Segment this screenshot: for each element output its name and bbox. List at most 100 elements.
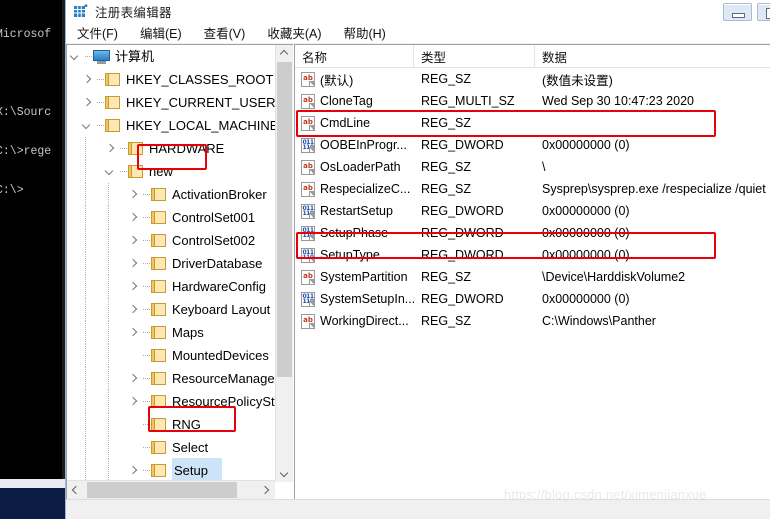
tree-indent bbox=[102, 183, 125, 206]
folder-icon bbox=[151, 257, 167, 270]
scroll-right-button[interactable] bbox=[258, 481, 275, 499]
value-name-label: SetupPhase bbox=[320, 226, 389, 240]
value-row[interactable]: 011 110 SetupType REG_DWORD 0x00000000 (0) bbox=[295, 244, 770, 266]
folder-icon bbox=[151, 395, 167, 408]
chevron-right-icon[interactable] bbox=[125, 229, 141, 252]
tree-item-maps[interactable]: Maps bbox=[67, 321, 275, 344]
chevron-right-icon[interactable] bbox=[79, 68, 95, 91]
chevron-right-icon[interactable] bbox=[79, 91, 95, 114]
menu-edit[interactable]: 编辑(E) bbox=[137, 22, 192, 44]
minimize-button[interactable] bbox=[723, 3, 752, 21]
chevron-right-icon[interactable] bbox=[125, 459, 141, 482]
value-row[interactable]: ab CloneTag REG_MULTI_SZ Wed Sep 30 10:47:2… bbox=[295, 90, 770, 112]
tree-item-keyboard-layout[interactable]: Keyboard Layout bbox=[67, 298, 275, 321]
value-type-cell: REG_SZ bbox=[421, 72, 472, 86]
value-row[interactable]: 011 110 SystemSetupIn... REG_DWORD 0x0000000… bbox=[295, 288, 770, 310]
tree-connector bbox=[141, 206, 151, 229]
taskbar-strip[interactable] bbox=[0, 488, 65, 519]
value-type-cell: REG_SZ bbox=[421, 160, 472, 174]
folder-icon bbox=[151, 326, 167, 339]
tree-item-resourcemanager[interactable]: ResourceManager bbox=[67, 367, 275, 390]
chevron-down-icon[interactable] bbox=[102, 160, 118, 183]
tree-item-setup[interactable]: Setup bbox=[67, 458, 275, 482]
tree-item-controlset002[interactable]: ControlSet002 bbox=[67, 229, 275, 252]
tree-item-label: Maps bbox=[172, 325, 204, 340]
folder-icon bbox=[151, 280, 167, 293]
scroll-left-button[interactable] bbox=[67, 481, 84, 499]
tree-item-resourcepolicystore[interactable]: ResourcePolicyStore bbox=[67, 390, 275, 413]
menu-file[interactable]: 文件(F) bbox=[74, 22, 128, 44]
tree-item-driverdatabase[interactable]: DriverDatabase bbox=[67, 252, 275, 275]
value-row[interactable]: ab SystemPartition REG_SZ \Device\HarddiskV… bbox=[295, 266, 770, 288]
value-name-cell: ab OsLoaderPath bbox=[295, 159, 414, 175]
title-bar[interactable]: 注册表编辑器 bbox=[66, 0, 770, 22]
value-type-cell: REG_DWORD bbox=[421, 226, 504, 240]
value-row[interactable]: ab WorkingDirect... REG_SZ C:\Windows\Panth… bbox=[295, 310, 770, 332]
tree-root-computer[interactable]: 计算机 bbox=[67, 45, 275, 68]
tree-item-rng[interactable]: RNG bbox=[67, 413, 275, 436]
value-data-cell: 0x00000000 (0) bbox=[542, 248, 630, 262]
menu-help[interactable]: 帮助(H) bbox=[340, 22, 395, 44]
tree-item-label: DriverDatabase bbox=[172, 256, 263, 271]
value-row[interactable]: ab CmdLine REG_SZ bbox=[295, 112, 770, 134]
column-header-data[interactable]: 数据 bbox=[535, 45, 770, 67]
value-data-cell: \Device\HarddiskVolume2 bbox=[542, 270, 686, 284]
chevron-down-icon[interactable] bbox=[67, 45, 83, 68]
value-name-label: CmdLine bbox=[320, 116, 371, 130]
value-row[interactable]: 011 110 SetupPhase REG_DWORD 0x00000000 (0) bbox=[295, 222, 770, 244]
value-row[interactable]: ab RespecializeC... REG_SZ Sysprep\sysprep.… bbox=[295, 178, 770, 200]
computer-icon bbox=[93, 49, 110, 64]
chevron-right-icon[interactable] bbox=[102, 137, 118, 160]
chevron-right-icon[interactable] bbox=[125, 252, 141, 275]
dword-value-icon: 011 110 bbox=[301, 291, 315, 307]
tree-horizontal-scrollbar[interactable] bbox=[67, 480, 275, 499]
tree-item-select[interactable]: Select bbox=[67, 436, 275, 459]
column-header-type[interactable]: 类型 bbox=[414, 45, 535, 67]
chevron-right-icon[interactable] bbox=[125, 298, 141, 321]
value-row[interactable]: ab OsLoaderPath REG_SZ \ bbox=[295, 156, 770, 178]
tree-item-hkey-current-user[interactable]: HKEY_CURRENT_USER bbox=[67, 91, 275, 114]
scroll-up-button[interactable] bbox=[276, 45, 293, 62]
values-list[interactable]: ab (默认) REG_SZ (数值未设置) ab CloneTag REG_MULTI_S… bbox=[295, 68, 770, 332]
tree-item-hkey-classes-root[interactable]: HKEY_CLASSES_ROOT bbox=[67, 68, 275, 91]
column-header-name[interactable]: 名称 bbox=[295, 45, 414, 67]
registry-values-pane[interactable]: 名称 类型 数据 ab (默认) REG_SZ (数值未设置) ab CloneTag RE… bbox=[294, 44, 770, 500]
chevron-right-icon[interactable] bbox=[125, 275, 141, 298]
value-name-label: WorkingDirect... bbox=[320, 314, 409, 328]
tree-item-controlset001[interactable]: ControlSet001 bbox=[67, 206, 275, 229]
tree-item-hkey-local-machine[interactable]: HKEY_LOCAL_MACHINE bbox=[67, 114, 275, 137]
menu-favorites[interactable]: 收藏夹(A) bbox=[264, 22, 331, 44]
tree-indent bbox=[79, 137, 102, 160]
chevron-right-icon[interactable] bbox=[125, 390, 141, 413]
command-prompt-window[interactable]: Microsof X:\Sourc C:\>rege C:\> bbox=[0, 0, 62, 479]
tree-item-hardware[interactable]: HARDWARE bbox=[67, 137, 275, 160]
menu-view[interactable]: 查看(V) bbox=[201, 22, 256, 44]
content-panes: 计算机 HKEY_CLASSES_ROOT HKEY_CURRENT_USER HKE… bbox=[66, 44, 770, 500]
chevron-right-icon[interactable] bbox=[125, 321, 141, 344]
chevron-right-icon[interactable] bbox=[125, 206, 141, 229]
chevron-down-icon[interactable] bbox=[79, 114, 95, 137]
chevron-right-icon[interactable] bbox=[125, 367, 141, 390]
tree-item-mounteddevices[interactable]: MountedDevices bbox=[67, 344, 275, 367]
tree-item-hardwareconfig[interactable]: HardwareConfig bbox=[67, 275, 275, 298]
tree-item-activationbroker[interactable]: ActivationBroker bbox=[67, 183, 275, 206]
value-name-label: CloneTag bbox=[320, 94, 373, 108]
value-row[interactable]: ab (默认) REG_SZ (数值未设置) bbox=[295, 68, 770, 90]
maximize-button[interactable] bbox=[757, 3, 770, 21]
registry-tree[interactable]: 计算机 HKEY_CLASSES_ROOT HKEY_CURRENT_USER HKE… bbox=[67, 45, 275, 482]
registry-tree-pane[interactable]: 计算机 HKEY_CLASSES_ROOT HKEY_CURRENT_USER HKE… bbox=[66, 44, 293, 500]
chevron-right-icon[interactable] bbox=[125, 183, 141, 206]
scroll-down-button[interactable] bbox=[276, 465, 293, 482]
value-type-cell: REG_SZ bbox=[421, 116, 472, 130]
tree-vertical-scrollbar[interactable] bbox=[275, 45, 293, 482]
tree-hscroll-thumb[interactable] bbox=[87, 482, 237, 498]
folder-icon bbox=[151, 441, 167, 454]
value-row[interactable]: 011 110 OOBEInProgr... REG_DWORD 0x00000000 … bbox=[295, 134, 770, 156]
tree-scroll-thumb[interactable] bbox=[277, 62, 292, 377]
tree-item-new[interactable]: new bbox=[67, 160, 275, 183]
value-row[interactable]: 011 110 RestartSetup REG_DWORD 0x00000000 (0… bbox=[295, 200, 770, 222]
